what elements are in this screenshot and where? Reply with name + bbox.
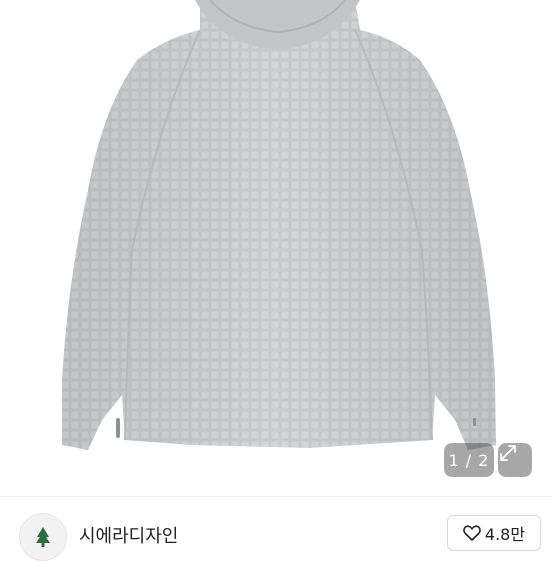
tree-logo-icon (36, 527, 50, 547)
seller-avatar[interactable] (19, 513, 67, 561)
expand-icon (500, 445, 516, 461)
expand-button[interactable] (498, 443, 532, 477)
heart-icon (463, 525, 481, 541)
seller-name[interactable]: 시에라디자인 (79, 522, 178, 548)
sweater-image (62, 0, 496, 450)
image-counter: 1 / 2 (444, 443, 494, 477)
like-count: 4.8만 (484, 525, 526, 544)
like-button[interactable]: 4.8만 (447, 515, 541, 551)
product-photo[interactable]: 1 / 2 (0, 0, 552, 496)
